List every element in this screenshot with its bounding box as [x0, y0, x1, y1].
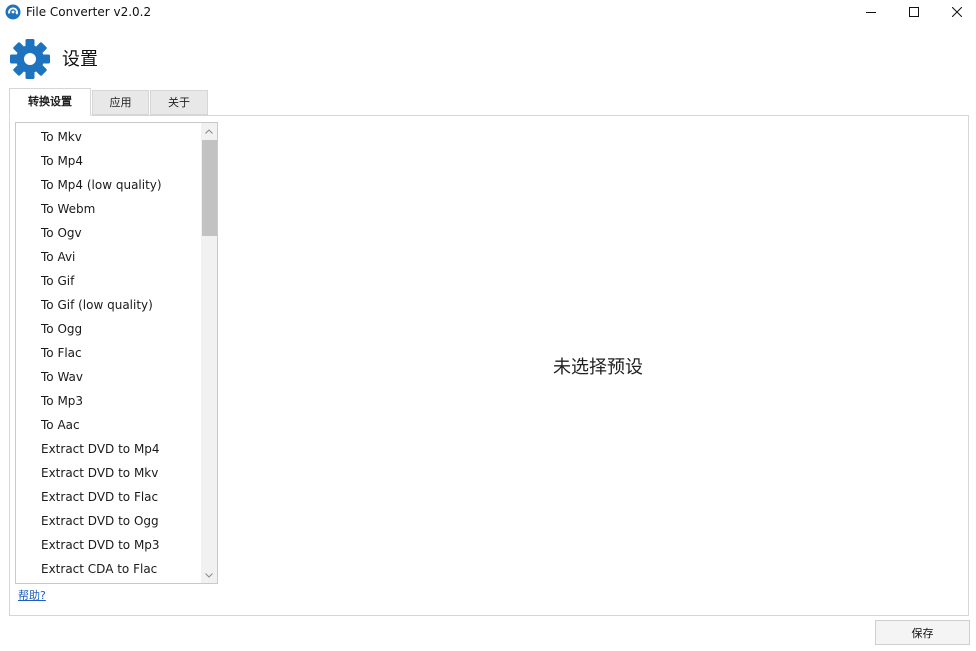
preset-item[interactable]: To Wav: [16, 365, 201, 389]
preset-item[interactable]: Extract DVD to Mp4: [16, 437, 201, 461]
page-title: 设置: [62, 49, 98, 70]
chevron-down-icon: [205, 572, 213, 578]
file-converter-settings-window: File Converter v2.0.2 设置 转换设置 应用 关于 To M…: [0, 0, 976, 651]
preset-item[interactable]: Extract DVD to Mp3: [16, 533, 201, 557]
file-converter-app-icon: [5, 4, 21, 20]
preset-item[interactable]: To Ogg: [16, 317, 201, 341]
preset-item[interactable]: To Aac: [16, 413, 201, 437]
close-icon: [952, 7, 962, 17]
preset-item[interactable]: Extract DVD to Mkv: [16, 461, 201, 485]
preset-item[interactable]: To Flac: [16, 341, 201, 365]
minimize-button[interactable]: [849, 0, 893, 24]
tab-about[interactable]: 关于: [150, 90, 208, 115]
help-link[interactable]: 帮助?: [18, 588, 46, 604]
preset-item[interactable]: To Mp3: [16, 389, 201, 413]
preset-items: To Mkv To Mp4 To Mp4 (low quality) To We…: [16, 125, 201, 581]
chevron-up-icon: [205, 128, 213, 134]
maximize-icon: [909, 7, 919, 17]
save-button[interactable]: 保存: [875, 620, 970, 645]
preset-item[interactable]: Extract DVD to Ogg: [16, 509, 201, 533]
no-preset-selected-message: 未选择预设: [553, 357, 643, 378]
preset-item[interactable]: Extract CDA to Flac: [16, 557, 201, 581]
preset-list[interactable]: To Mkv To Mp4 To Mp4 (low quality) To We…: [15, 122, 218, 584]
preset-item[interactable]: To Mp4: [16, 149, 201, 173]
preset-item[interactable]: To Mp4 (low quality): [16, 173, 201, 197]
preset-item[interactable]: To Avi: [16, 245, 201, 269]
maximize-button[interactable]: [892, 0, 936, 24]
close-button[interactable]: [935, 0, 976, 24]
tab-conversion-settings[interactable]: 转换设置: [9, 88, 91, 116]
preset-item[interactable]: Extract DVD to Flac: [16, 485, 201, 509]
preset-item[interactable]: To Ogv: [16, 221, 201, 245]
preset-item[interactable]: To Gif: [16, 269, 201, 293]
tab-application[interactable]: 应用: [92, 90, 149, 115]
minimize-icon: [866, 12, 876, 13]
preset-item[interactable]: To Gif (low quality): [16, 293, 201, 317]
gear-icon: [10, 39, 50, 79]
scroll-thumb[interactable]: [202, 140, 217, 236]
preset-item[interactable]: To Mkv: [16, 125, 201, 149]
preset-item[interactable]: To Webm: [16, 197, 201, 221]
window-title: File Converter v2.0.2: [26, 5, 152, 19]
scroll-up-button[interactable]: [201, 123, 217, 139]
preset-list-scrollbar[interactable]: [201, 123, 217, 583]
title-bar[interactable]: File Converter v2.0.2: [0, 0, 976, 26]
scroll-down-button[interactable]: [201, 567, 217, 583]
